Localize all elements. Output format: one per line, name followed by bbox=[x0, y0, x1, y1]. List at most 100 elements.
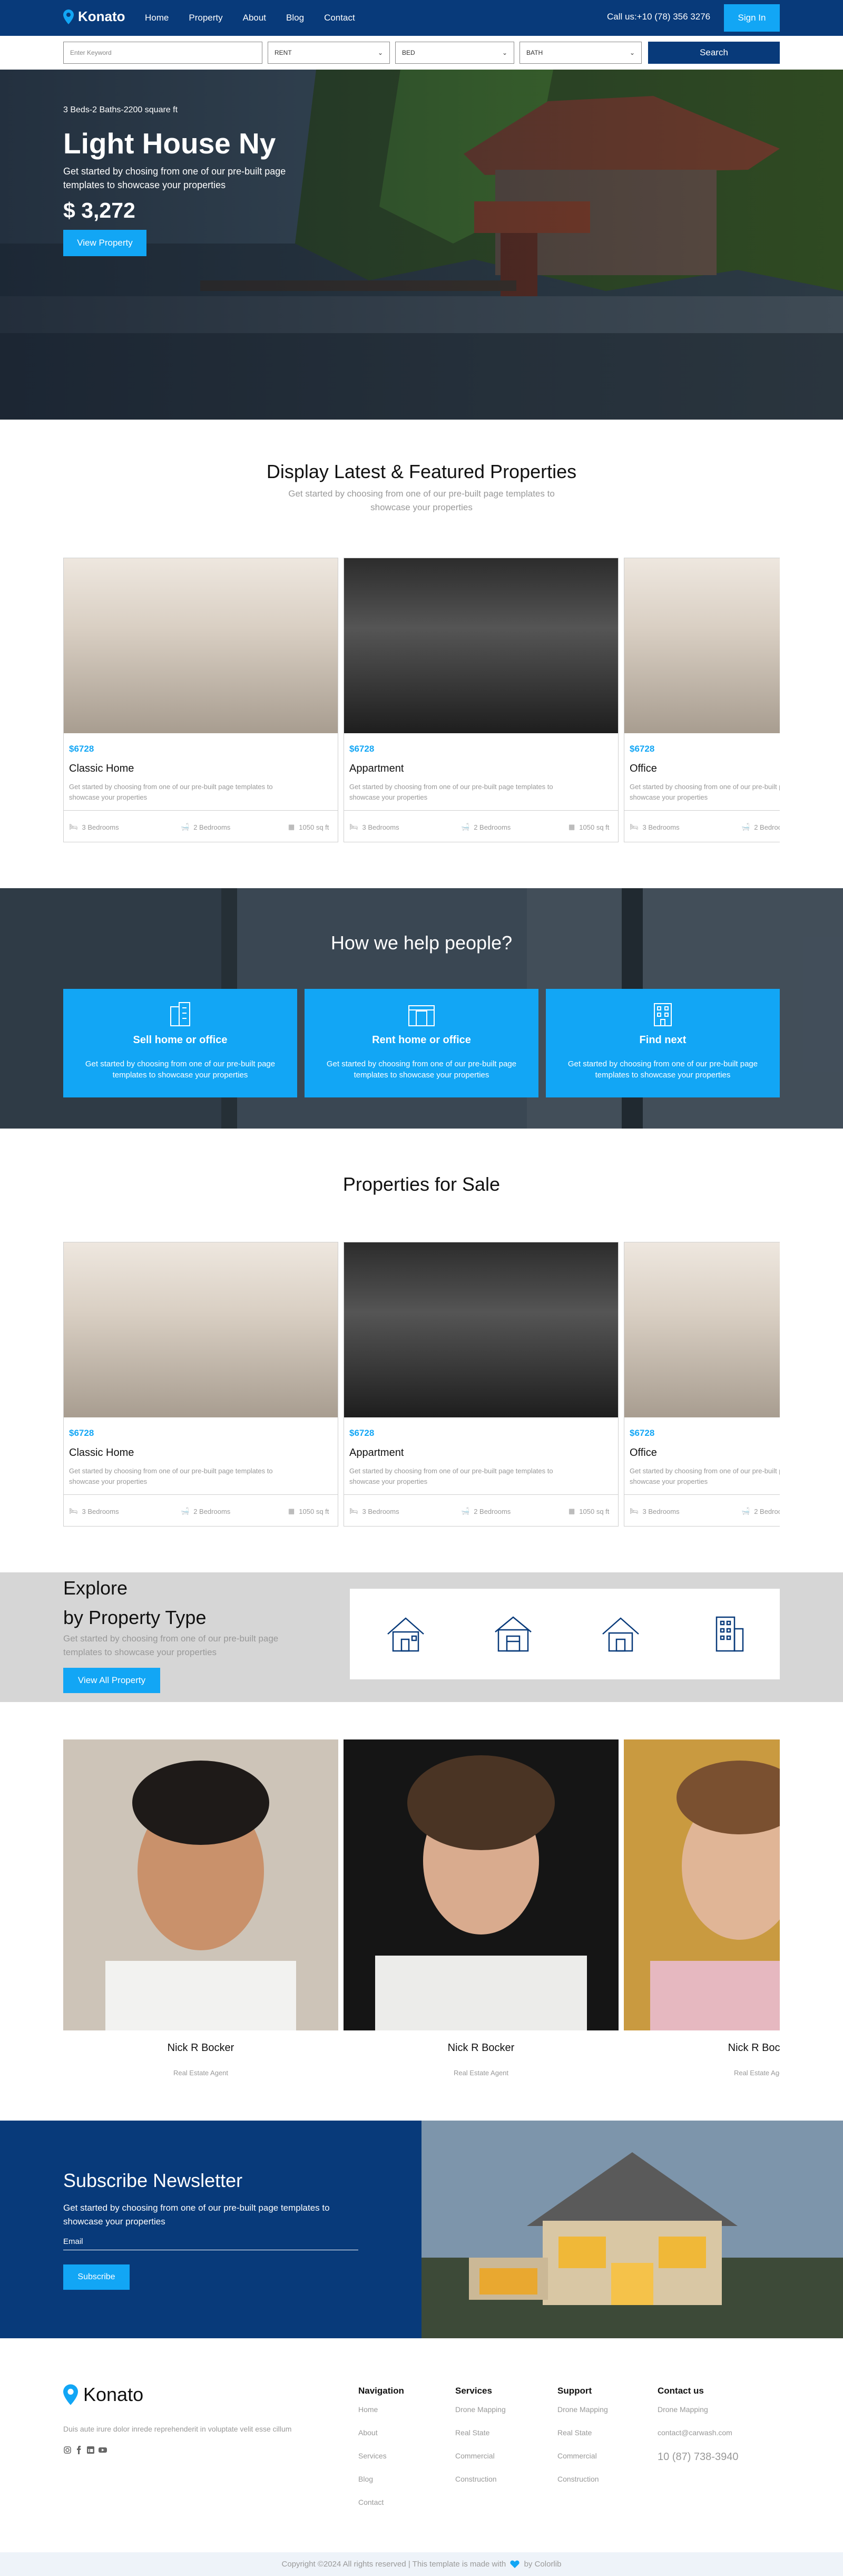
footer-link[interactable]: Commercial bbox=[557, 2448, 608, 2471]
brand-logo[interactable]: Konato bbox=[63, 8, 125, 25]
property-name[interactable]: Appartment bbox=[349, 763, 404, 775]
agent-photo[interactable] bbox=[344, 1739, 619, 2030]
help-card-sell[interactable]: Sell home or office Get started by choos… bbox=[63, 989, 297, 1097]
subscribe-button[interactable]: Subscribe bbox=[63, 2264, 130, 2290]
explore-title-line2: by Property Type bbox=[63, 1607, 207, 1628]
instagram-icon[interactable] bbox=[63, 2446, 72, 2454]
top-navbar: Konato Home Property About Blog Contact … bbox=[0, 0, 843, 36]
sign-in-button[interactable]: Sign In bbox=[724, 4, 780, 32]
footer-link[interactable]: Blog bbox=[358, 2471, 404, 2494]
footer-link[interactable]: Real State bbox=[455, 2425, 506, 2448]
bed-select[interactable]: BED ⌄ bbox=[395, 42, 514, 64]
footer-link[interactable]: Construction bbox=[455, 2471, 506, 2494]
footer-link[interactable]: Drone Mapping bbox=[455, 2402, 506, 2425]
area-info: ▦ 1050 sq ft bbox=[288, 1507, 329, 1515]
apartment-building-icon[interactable] bbox=[707, 1613, 749, 1655]
help-card-rent[interactable]: Rent home or office Get started by choos… bbox=[305, 989, 538, 1097]
property-card[interactable]: $6728 Appartment Get started by choosing… bbox=[344, 1242, 619, 1527]
nav-property[interactable]: Property bbox=[189, 13, 222, 23]
footer-link[interactable]: Home bbox=[358, 2402, 404, 2425]
property-image[interactable] bbox=[64, 558, 338, 733]
sale-carousel[interactable]: $6728 Classic Home Get started by choosi… bbox=[63, 1242, 780, 1528]
baths-info: 🛁 2 Bedrooms bbox=[741, 823, 780, 831]
view-all-property-button[interactable]: View All Property bbox=[63, 1668, 160, 1693]
rent-select-value: RENT bbox=[275, 49, 292, 56]
property-name[interactable]: Office bbox=[630, 763, 657, 775]
footer-link[interactable]: About bbox=[358, 2425, 404, 2448]
nav-home[interactable]: Home bbox=[145, 13, 169, 23]
footer-link[interactable]: Drone Mapping bbox=[658, 2402, 732, 2425]
footer-link[interactable]: Contact bbox=[358, 2494, 404, 2517]
property-image[interactable] bbox=[64, 1242, 338, 1417]
nav-blog[interactable]: Blog bbox=[286, 13, 304, 23]
footer-link[interactable]: Commercial bbox=[455, 2448, 506, 2471]
property-image[interactable] bbox=[624, 558, 780, 733]
bath-select[interactable]: BATH ⌄ bbox=[519, 42, 642, 64]
bedrooms-text: 3 Bedrooms bbox=[362, 1507, 399, 1515]
property-price: $6728 bbox=[69, 1428, 94, 1438]
view-property-button[interactable]: View Property bbox=[63, 230, 146, 256]
hero-subtitle: 3 Beds-2 Baths-2200 square ft bbox=[63, 105, 178, 114]
rent-select[interactable]: RENT ⌄ bbox=[268, 42, 390, 64]
footer-link[interactable]: Construction bbox=[557, 2471, 608, 2494]
footer-brand-name: Konato bbox=[83, 2384, 144, 2405]
hero-price: $ 3,272 bbox=[63, 198, 135, 222]
agent-name: Nick R Bocker bbox=[167, 2042, 234, 2054]
bed-icon: 🛏 bbox=[69, 823, 78, 831]
youtube-icon[interactable] bbox=[98, 2446, 107, 2454]
call-us-text[interactable]: Call us:+10 (78) 356 3276 bbox=[607, 12, 710, 22]
explore-title: Explore by Property Type bbox=[63, 1573, 206, 1632]
property-name[interactable]: Classic Home bbox=[69, 763, 134, 775]
home-icon[interactable] bbox=[600, 1613, 642, 1655]
property-name[interactable]: Appartment bbox=[349, 1447, 404, 1459]
property-image[interactable] bbox=[344, 1242, 618, 1417]
search-button[interactable]: Search bbox=[648, 42, 780, 64]
property-card[interactable]: $6728 Appartment Get started by choosing… bbox=[344, 558, 619, 842]
agent-role: Real Estate Agent bbox=[453, 2069, 509, 2077]
footer-link[interactable]: Services bbox=[358, 2448, 404, 2471]
property-price: $6728 bbox=[349, 1428, 375, 1438]
footer-col-support: Support Drone Mapping Real State Commerc… bbox=[557, 2386, 608, 2494]
bedrooms-info: 🛏 3 Bedrooms bbox=[69, 1507, 119, 1515]
footer-phone[interactable]: 10 (87) 738-3940 bbox=[658, 2451, 738, 2463]
agents-carousel[interactable]: Nick R Bocker Real Estate Agent Nick R B… bbox=[63, 1739, 780, 2098]
featured-subtitle: Get started by choosing from one of our … bbox=[288, 489, 555, 512]
footer-col-title: Navigation bbox=[358, 2386, 404, 2396]
bed-icon: 🛏 bbox=[69, 1507, 78, 1515]
property-name[interactable]: Office bbox=[630, 1447, 657, 1459]
baths-text: 2 Bedrooms bbox=[193, 823, 231, 831]
colorlib-credit[interactable]: by Colorlib bbox=[524, 2560, 562, 2569]
property-name[interactable]: Classic Home bbox=[69, 1447, 134, 1459]
help-card-find[interactable]: Find next Get started by choosing from o… bbox=[546, 989, 780, 1097]
featured-carousel[interactable]: $6728 Classic Home Get started by choosi… bbox=[63, 558, 780, 843]
property-price: $6728 bbox=[630, 1428, 655, 1438]
email-field[interactable]: Email bbox=[63, 2237, 83, 2246]
nav-about[interactable]: About bbox=[243, 13, 266, 23]
brand-name: Konato bbox=[78, 8, 125, 24]
footer-link[interactable]: Drone Mapping bbox=[557, 2402, 608, 2425]
footer-link[interactable]: Real State bbox=[557, 2425, 608, 2448]
house-icon[interactable] bbox=[385, 1613, 427, 1655]
property-description: Get started by choosing from one of our … bbox=[69, 783, 273, 801]
newsletter-section bbox=[0, 2121, 422, 2338]
nav-contact[interactable]: Contact bbox=[324, 13, 355, 23]
linkedin-icon[interactable] bbox=[86, 2446, 95, 2454]
copyright-text: Copyright ©2024 All rights reserved | Th… bbox=[281, 2560, 506, 2569]
baths-text: 2 Bedrooms bbox=[193, 1507, 231, 1515]
footer-email[interactable]: contact@carwash.com bbox=[658, 2425, 732, 2448]
agent-photo[interactable] bbox=[624, 1739, 780, 2030]
property-image[interactable] bbox=[344, 558, 618, 733]
footer-logo[interactable]: Konato bbox=[63, 2384, 143, 2406]
warehouse-icon[interactable] bbox=[492, 1613, 534, 1655]
property-type-panel bbox=[350, 1589, 780, 1679]
property-card[interactable]: $6728 Office Get started by choosing fro… bbox=[624, 558, 780, 842]
property-image[interactable] bbox=[624, 1242, 780, 1417]
property-card[interactable]: $6728 Classic Home Get started by choosi… bbox=[63, 558, 338, 842]
keyword-input[interactable]: Enter Keyword bbox=[63, 42, 262, 64]
area-info: ▦ 1050 sq ft bbox=[568, 823, 609, 831]
property-card[interactable]: $6728 Classic Home Get started by choosi… bbox=[63, 1242, 338, 1527]
facebook-icon[interactable] bbox=[75, 2446, 83, 2454]
agent-photo[interactable] bbox=[63, 1739, 338, 2030]
newsletter-house-image bbox=[422, 2121, 843, 2338]
property-card[interactable]: $6728 Office Get started by choosing fro… bbox=[624, 1242, 780, 1527]
